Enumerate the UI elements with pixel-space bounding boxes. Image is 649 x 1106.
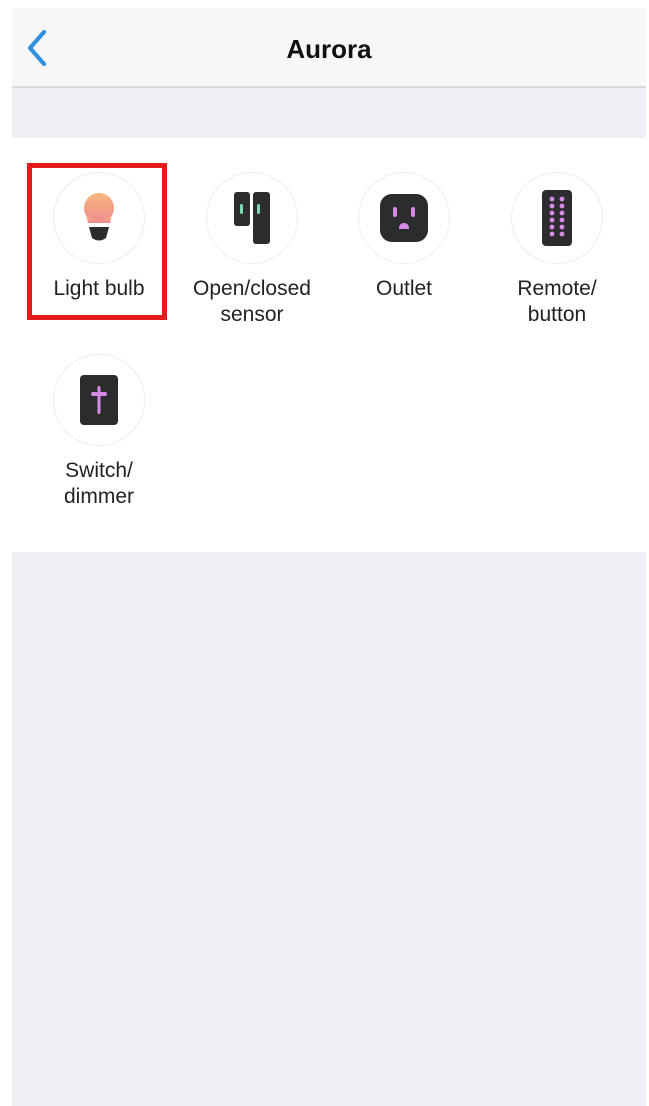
device-type-label: Outlet	[375, 277, 433, 300]
outlet-icon	[380, 194, 428, 242]
device-type-label: Light bulb	[53, 277, 145, 300]
device-icon-circle	[53, 172, 145, 264]
light-bulb-icon	[84, 193, 114, 241]
device-type-label: Open/closed sensor	[193, 277, 311, 326]
device-type-outlet[interactable]: Outlet	[329, 172, 479, 302]
navigation-bar: Aurora	[12, 8, 646, 88]
switch-icon	[80, 375, 118, 425]
device-icon-circle	[206, 172, 298, 264]
device-icon-circle	[53, 354, 145, 446]
device-icon-circle	[511, 172, 603, 264]
device-type-light-bulb[interactable]: Light bulb	[24, 172, 174, 302]
device-icon-circle	[358, 172, 450, 264]
screen: Aurora Light bulb Open/closed sensor Out…	[12, 8, 646, 1106]
door-sensor-icon	[234, 192, 270, 244]
remote-icon	[542, 190, 572, 246]
device-type-label: Remote/ button	[517, 277, 597, 326]
page-title: Aurora	[286, 34, 372, 64]
device-type-grid: Light bulb Open/closed sensor Outlet Rem…	[12, 138, 646, 552]
device-type-remote-button[interactable]: Remote/ button	[482, 172, 632, 328]
device-type-label: Switch/ dimmer	[63, 459, 134, 508]
device-type-open-closed-sensor[interactable]: Open/closed sensor	[177, 172, 327, 328]
device-type-switch-dimmer[interactable]: Switch/ dimmer	[24, 354, 174, 510]
